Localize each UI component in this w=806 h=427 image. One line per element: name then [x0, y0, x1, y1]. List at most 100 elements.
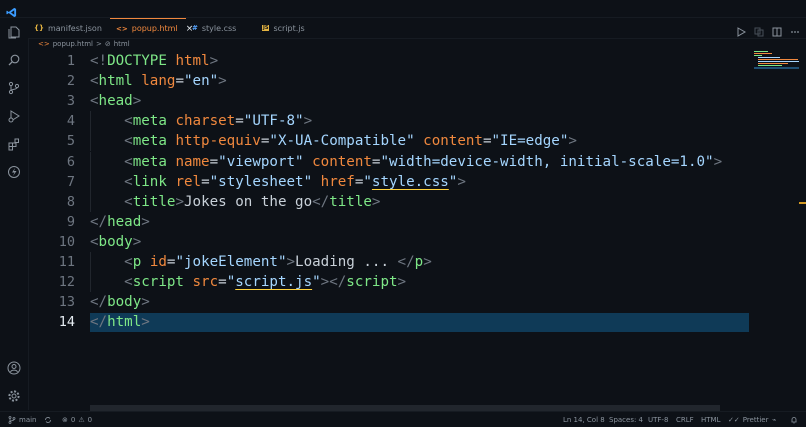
code-text: </html>: [90, 314, 150, 331]
code-text: <link rel="stylesheet" href="style.css">: [124, 173, 466, 190]
line-number: 5: [66, 133, 75, 150]
code-line[interactable]: 7 <link rel="stylesheet" href="style.css…: [28, 171, 788, 192]
code-line[interactable]: 9 </head>: [28, 212, 788, 232]
line-number: 9: [66, 213, 75, 230]
code-line[interactable]: 4 <meta charset="UTF-8">: [28, 111, 788, 132]
account-icon[interactable]: [6, 360, 22, 376]
breadcrumb-separator: >: [95, 40, 102, 48]
tab-style-css[interactable]: # style.css: [186, 18, 256, 38]
vscode-logo-icon: [6, 3, 17, 18]
html-file-icon: <>: [116, 24, 128, 33]
problems-indicator[interactable]: ⊗ 0 ⚠ 0: [62, 414, 92, 425]
status-bar: main ⊗ 0 ⚠ 0 Ln 14, Col 8 Spaces: 4 UTF-…: [0, 411, 806, 427]
code-line[interactable]: 10 <body>: [28, 232, 788, 252]
title-bar: [0, 0, 806, 18]
code-line[interactable]: 12 <script src="script.js"></script>: [28, 272, 788, 293]
code-line[interactable]: 2 <html lang="en">: [28, 71, 788, 91]
code-line[interactable]: 3 <head>: [28, 91, 788, 111]
line-number: 7: [66, 173, 75, 190]
breadcrumb-node[interactable]: html: [114, 40, 130, 48]
line-number: 12: [58, 274, 75, 291]
code-text: <script src="script.js"></script>: [124, 274, 407, 291]
tab-manifest-json[interactable]: {} manifest.json: [28, 18, 110, 38]
line-number: 8: [66, 193, 75, 210]
line-number: 3: [66, 93, 75, 110]
line-number: 13: [58, 294, 75, 311]
line-number: 6: [66, 153, 75, 170]
language-mode[interactable]: HTML: [701, 414, 720, 425]
line-number: 4: [66, 113, 75, 130]
prettier-status[interactable]: ✓✓ Prettier: [728, 414, 768, 425]
activity-bar: [0, 18, 29, 410]
extensions-icon[interactable]: [6, 136, 22, 152]
line-number: 10: [58, 233, 75, 250]
live-server-icon[interactable]: [6, 164, 22, 180]
breadcrumb: <> popup.html > ⊘ html: [38, 40, 130, 48]
encoding[interactable]: UTF-8: [648, 414, 668, 425]
double-check-icon: ✓✓: [728, 415, 740, 424]
tab-label: popup.html: [131, 24, 178, 33]
sync-icon: [45, 416, 51, 423]
error-icon: ⊗: [62, 415, 68, 424]
broadcast-icon[interactable]: ⌁: [772, 414, 776, 425]
tab-label: style.css: [201, 23, 237, 33]
code-line[interactable]: 14 </html>: [28, 312, 788, 333]
code-text: <title>Jokes on the go</title>: [124, 193, 381, 210]
split-editor-icon[interactable]: [772, 22, 782, 37]
code-text: <meta name="viewport" content="width=dev…: [124, 153, 723, 170]
git-branch-icon: [8, 415, 16, 424]
code-text: </body>: [90, 294, 150, 311]
css-file-icon: #: [192, 24, 198, 32]
compare-icon[interactable]: [754, 22, 764, 37]
code-line[interactable]: 13 </body>: [28, 292, 788, 312]
code-text: <html lang="en">: [90, 73, 227, 90]
branch-name: main: [19, 415, 37, 424]
editor-actions: [736, 22, 800, 37]
indentation[interactable]: Spaces: 4: [609, 414, 643, 425]
code-line[interactable]: 1 <!DOCTYPE html>: [28, 51, 788, 71]
code-text: <head>: [90, 93, 142, 110]
sync-button[interactable]: [44, 414, 52, 425]
formatter-label: Prettier: [742, 415, 769, 424]
end-of-line[interactable]: CRLF: [676, 414, 694, 425]
vertical-scrollbar[interactable]: [799, 50, 806, 405]
search-icon[interactable]: [6, 52, 22, 68]
more-actions-icon[interactable]: [790, 22, 800, 33]
js-file-icon: JS: [262, 25, 270, 31]
line-number: 1: [66, 53, 75, 69]
code-text: <!DOCTYPE html>: [90, 53, 219, 69]
minimap[interactable]: [754, 50, 799, 70]
warning-count: 0: [87, 415, 93, 424]
symbol-icon: ⊘: [104, 40, 111, 48]
code-line[interactable]: 11 <p id="jokeElement">Loading ... </p>: [28, 252, 788, 272]
tab-popup-html[interactable]: <> popup.html ×: [110, 18, 193, 38]
source-control-icon[interactable]: [6, 80, 22, 96]
tab-label: manifest.json: [47, 23, 102, 33]
code-text: <meta http-equiv="X-UA-Compatible" conte…: [124, 133, 577, 150]
explorer-icon[interactable]: [6, 24, 22, 40]
warning-icon: ⚠: [78, 415, 85, 424]
code-line[interactable]: 5 <meta http-equiv="X-UA-Compatible" con…: [28, 131, 788, 152]
current-line-highlight: [90, 313, 749, 333]
editor-tabs: {} manifest.json <> popup.html × # style…: [28, 18, 806, 39]
line-number: 14: [58, 314, 75, 331]
code-text: <meta charset="UTF-8">: [124, 113, 313, 130]
html-file-icon: <>: [38, 40, 50, 48]
error-count: 0: [70, 415, 76, 424]
run-icon[interactable]: [736, 22, 747, 37]
code-line[interactable]: 8 <title>Jokes on the go</title>: [28, 191, 788, 212]
tab-script-js[interactable]: JS script.js: [256, 18, 326, 38]
line-number: 11: [58, 254, 75, 270]
settings-gear-icon[interactable]: [6, 388, 22, 404]
code-text: <p id="jokeElement">Loading ... </p>: [124, 254, 432, 270]
code-line[interactable]: 6 <meta name="viewport" content="width=d…: [28, 151, 788, 172]
code-text: <body>: [90, 233, 142, 250]
tab-label: script.js: [273, 23, 305, 33]
cursor-position[interactable]: Ln 14, Col 8: [563, 414, 605, 425]
branch-indicator[interactable]: main: [8, 414, 37, 425]
breadcrumb-file[interactable]: popup.html: [53, 40, 93, 48]
run-debug-icon[interactable]: [6, 108, 22, 124]
code-text: </head>: [90, 213, 150, 230]
notifications-bell-icon[interactable]: [790, 414, 798, 425]
json-file-icon: {}: [34, 24, 44, 32]
